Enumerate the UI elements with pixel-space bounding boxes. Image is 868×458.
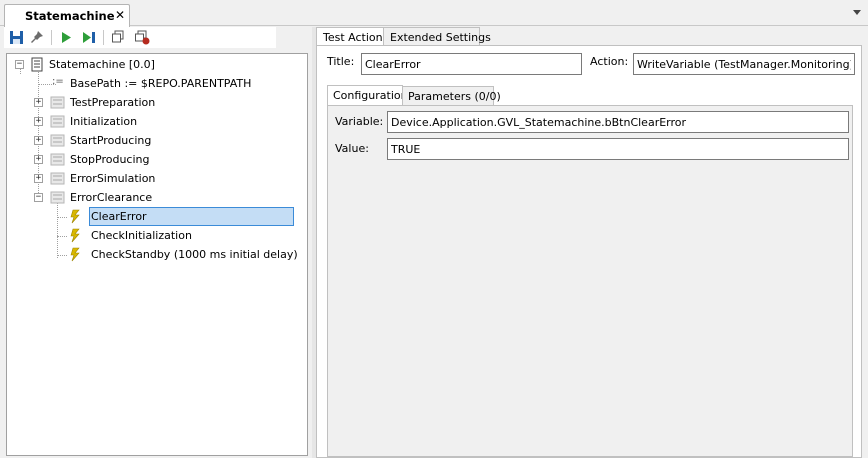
tree-node-label: CheckInitialization	[91, 229, 192, 242]
tree-node-statemachine[interactable]: − Statemachine [0.0]	[7, 55, 307, 74]
close-icon[interactable]: ✕	[115, 8, 125, 22]
action-label: Action:	[590, 55, 629, 68]
tree-node-checkinitialization[interactable]: CheckInitialization	[7, 226, 307, 245]
configuration-panel: Variable: Value:	[327, 105, 853, 457]
tree-node-clearerror[interactable]: ClearError	[7, 207, 307, 226]
tree-node-errorclearance[interactable]: − ErrorClearance	[7, 188, 307, 207]
tab-parameters[interactable]: Parameters (0/0)	[402, 86, 501, 105]
variable-label: Variable:	[335, 115, 384, 128]
collapse-icon[interactable]: −	[15, 60, 24, 69]
title-input[interactable]	[361, 53, 582, 75]
sequence-icon	[50, 152, 66, 168]
pin-icon[interactable]	[29, 29, 45, 45]
action-icon	[70, 228, 86, 244]
tree-node-label: StartProducing	[70, 134, 152, 147]
expand-icon[interactable]: +	[34, 136, 43, 145]
tree-node-label: ErrorClearance	[70, 191, 153, 204]
tree-node-testpreparation[interactable]: + TestPreparation	[7, 93, 307, 112]
document-tab-statemachine[interactable]: Statemachine ✕	[4, 4, 130, 27]
tree-node-label: ErrorSimulation	[70, 172, 156, 185]
sequence-icon	[50, 171, 66, 187]
collapse-icon[interactable]: −	[34, 193, 43, 202]
record-icon[interactable]	[134, 29, 150, 45]
tree-node-stopproducing[interactable]: + StopProducing	[7, 150, 307, 169]
tab-configuration[interactable]: Configuration	[327, 85, 408, 105]
action-icon	[70, 247, 86, 263]
tab-test-action[interactable]: Test Action	[316, 27, 384, 46]
variable-input[interactable]	[387, 111, 849, 133]
tree-node-label: CheckStandby (1000 ms initial delay)	[91, 248, 298, 261]
copy-icon[interactable]	[110, 29, 126, 45]
sequence-icon	[50, 114, 66, 130]
save-icon[interactable]	[8, 29, 24, 45]
play-icon[interactable]	[58, 29, 74, 45]
statemachine-tree[interactable]: − Statemachine [0.0] := BasePath := $REP…	[6, 53, 308, 456]
sequence-icon	[50, 133, 66, 149]
tree-node-label: Statemachine [0.0]	[49, 58, 155, 71]
document-tabstrip: Statemachine ✕	[0, 0, 868, 27]
tree-node-label: TestPreparation	[70, 96, 156, 109]
expand-icon[interactable]: +	[34, 98, 43, 107]
document-icon	[30, 57, 46, 73]
tab-extended-settings[interactable]: Extended Settings	[383, 27, 491, 46]
assignment-icon: :=	[52, 76, 64, 87]
action-field[interactable]	[633, 53, 855, 75]
test-action-panel: Title: Action: Configuration Parameters …	[316, 45, 862, 458]
tree-node-errorsimulation[interactable]: + ErrorSimulation	[7, 169, 307, 188]
expand-icon[interactable]: +	[34, 174, 43, 183]
tree-node-basepath[interactable]: := BasePath := $REPO.PARENTPATH	[7, 74, 307, 93]
action-icon	[70, 209, 86, 225]
tree-node-label: BasePath := $REPO.PARENTPATH	[70, 77, 252, 90]
toolbar-separator	[51, 30, 52, 45]
document-tab-label: Statemachine	[25, 9, 115, 23]
toolbar-separator	[103, 30, 104, 45]
tree-node-label: Initialization	[70, 115, 138, 128]
toolbar	[4, 27, 276, 48]
chevron-down-icon[interactable]	[853, 10, 861, 15]
value-label: Value:	[335, 142, 369, 155]
tree-node-startproducing[interactable]: + StartProducing	[7, 131, 307, 150]
expand-icon[interactable]: +	[34, 117, 43, 126]
tree-node-initialization[interactable]: + Initialization	[7, 112, 307, 131]
sequence-icon	[50, 95, 66, 111]
sequence-icon	[50, 190, 66, 206]
tree-node-label: ClearError	[91, 210, 147, 223]
step-icon[interactable]	[81, 29, 97, 45]
title-label: Title:	[327, 55, 355, 68]
tree-node-label: StopProducing	[70, 153, 150, 166]
expand-icon[interactable]: +	[34, 155, 43, 164]
tree-node-checkstandby[interactable]: CheckStandby (1000 ms initial delay)	[7, 245, 307, 264]
value-input[interactable]	[387, 138, 849, 160]
